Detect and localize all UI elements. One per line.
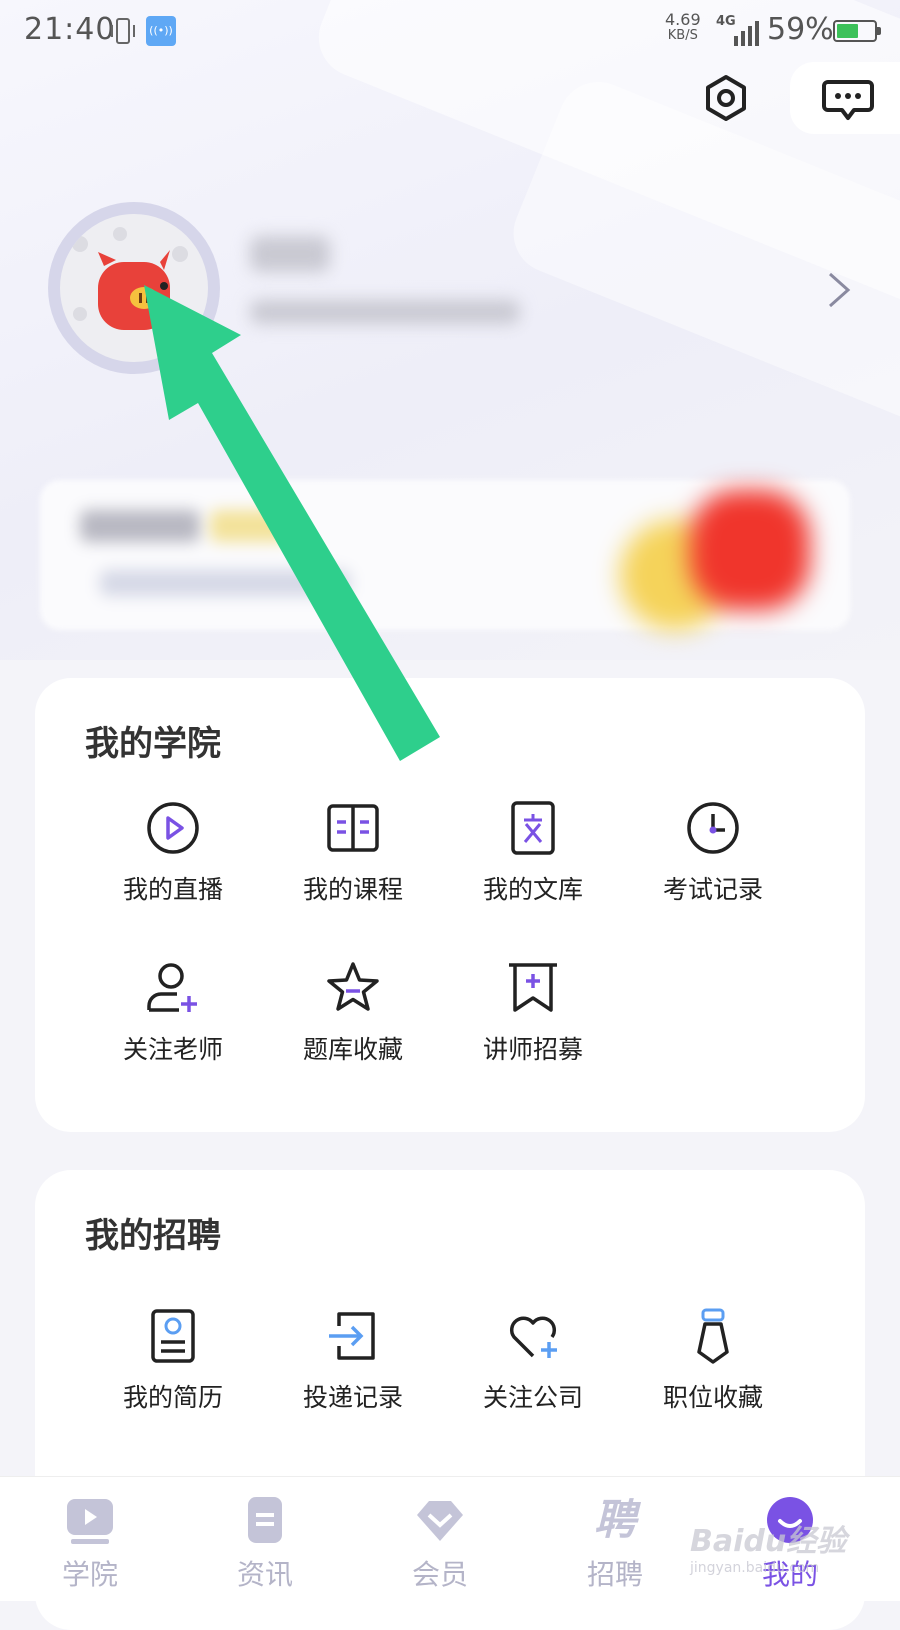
live-play-icon [147,802,199,854]
network-speed: 4.69 KB/S [665,12,701,44]
promo-subtitle-redacted [100,570,350,596]
academy-item-label: 我的课程 [302,875,403,904]
academy-item-label: 我的直播 [122,875,223,904]
recruit-item-applications[interactable]: 投递记录 [263,1308,443,1438]
heart-add-icon [509,1316,557,1358]
tab-label: 学院 [61,1558,118,1591]
academy-item-follow-teacher[interactable]: 关注老师 [83,960,263,1090]
network-speed-unit: KB/S [667,28,698,43]
bookmark-icon [509,963,557,1012]
recruit-item-follow-company[interactable]: 关注公司 [443,1308,623,1438]
tab-news[interactable]: 资讯 [200,1477,330,1601]
academy-item-label: 我的文库 [482,875,583,904]
avatar-image [60,214,208,362]
academy-icon [67,1499,113,1544]
send-icon [329,1312,375,1360]
pig-avatar-icon [72,227,188,342]
section-title: 我的学院 [85,724,221,764]
academy-item-label: 题库收藏 [302,1035,403,1064]
resume-icon [151,1309,195,1363]
academy-item-label: 关注老师 [122,1035,223,1064]
user-info-redacted [250,300,520,324]
avatar[interactable] [48,202,220,374]
tab-academy[interactable]: 学院 [25,1477,155,1601]
username-redacted[interactable] [250,236,330,272]
battery-icon [833,20,881,42]
tab-recruitment[interactable]: 聘 招聘 [550,1477,680,1601]
academy-item-label: 讲师招募 [482,1035,583,1064]
recruit-item-resume[interactable]: 我的简历 [83,1308,263,1438]
battery-percent: 59% [767,12,834,47]
tie-icon [697,1308,729,1364]
battery-cap [877,27,881,35]
vibrate-icon [111,18,135,44]
red-envelope-image [690,490,810,610]
recruit-item-label: 投递记录 [302,1383,403,1412]
academy-item-courses[interactable]: 我的课程 [263,800,443,930]
news-icon [248,1497,282,1543]
academy-item-label: 考试记录 [662,875,763,904]
academy-item-library[interactable]: 我的文库 [443,800,623,930]
watermark: Baidu经验 [690,1524,847,1559]
status-time: 21:40 [24,12,116,47]
document-icon [511,801,555,855]
tab-membership[interactable]: 会员 [375,1477,505,1601]
tab-label: 会员 [411,1558,468,1591]
promo-badge-redacted [210,510,290,542]
academy-item-live[interactable]: 我的直播 [83,800,263,930]
section-title: 我的招聘 [85,1216,221,1256]
clock-icon [687,802,739,854]
recruit-item-saved-jobs[interactable]: 职位收藏 [623,1308,803,1438]
settings-icon[interactable] [702,74,750,122]
message-icon[interactable] [822,78,874,122]
tab-label: 招聘 [586,1558,643,1591]
recruit-item-label: 职位收藏 [662,1383,763,1412]
promo-banner[interactable] [40,480,850,630]
book-icon [327,804,379,852]
recruit-item-label: 我的简历 [122,1383,223,1412]
recruit-item-label: 关注公司 [482,1383,583,1412]
star-icon [327,962,379,1011]
network-speed-value: 4.69 [665,10,701,29]
diamond-icon [417,1501,463,1541]
add-user-icon [147,963,197,1012]
my-academy-card: 我的学院 我的直播 我的课程 我的文库 考试记录 关注老师 题库收藏 讲师招募 [35,678,865,1132]
battery-fill [837,24,859,38]
recruit-icon: 聘 [593,1495,636,1544]
promo-title-redacted [80,510,200,542]
signal-icon [734,21,759,46]
chevron-right-icon[interactable] [826,270,852,310]
hotspot-icon: ((•)) [146,16,176,46]
watermark-url: jingyan.baidu.com [690,1560,820,1576]
tab-label: 资讯 [236,1558,293,1591]
status-bar: 21:40 ((•)) 4.69 KB/S 4G 59% [0,0,900,62]
academy-item-exam-records[interactable]: 考试记录 [623,800,803,930]
academy-item-question-bank[interactable]: 题库收藏 [263,960,443,1090]
academy-item-lecturer-recruit[interactable]: 讲师招募 [443,960,623,1090]
